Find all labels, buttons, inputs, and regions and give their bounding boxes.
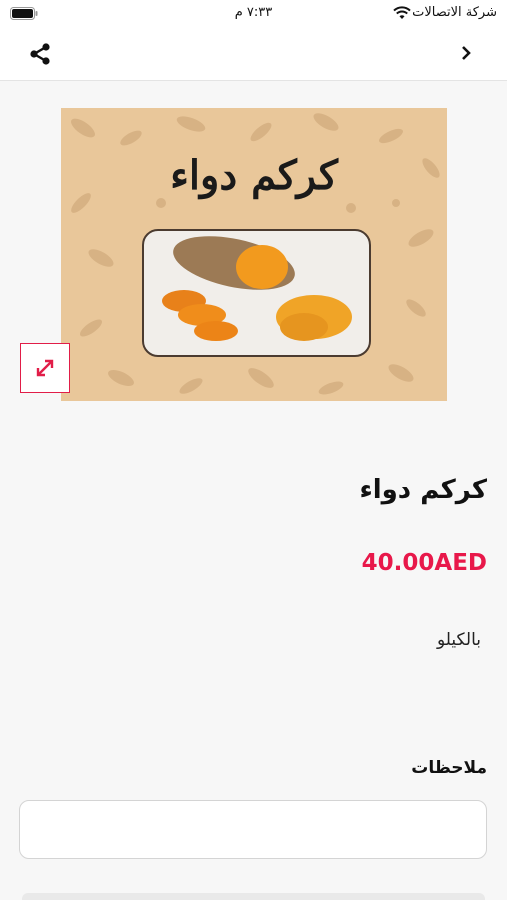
navigation-bar: [0, 28, 507, 81]
wifi-icon: [393, 6, 411, 19]
notes-label: ملاحظات: [411, 758, 487, 778]
product-name: كركم دواء: [359, 475, 487, 505]
product-image[interactable]: كركم دواء: [61, 108, 447, 401]
notes-input[interactable]: [19, 800, 487, 859]
expand-icon: [36, 359, 54, 377]
carrier-name: شركة الاتصالات: [412, 5, 497, 20]
bottom-action-bar[interactable]: [22, 893, 485, 900]
chevron-right-icon: [462, 46, 471, 60]
product-unit: بالكيلو: [436, 630, 481, 650]
product-price: 40.00AED: [361, 550, 487, 576]
battery-icon: [10, 7, 38, 20]
share-icon: [30, 43, 50, 65]
status-time: ٧:٣٣ م: [234, 5, 273, 20]
image-title: كركم دواء: [170, 152, 338, 199]
status-bar: شركة الاتصالات ٧:٣٣ م: [0, 0, 507, 28]
back-button[interactable]: [459, 42, 473, 64]
expand-image-button[interactable]: [20, 343, 70, 393]
share-button[interactable]: [26, 40, 54, 68]
turmeric-photo: [142, 229, 371, 357]
